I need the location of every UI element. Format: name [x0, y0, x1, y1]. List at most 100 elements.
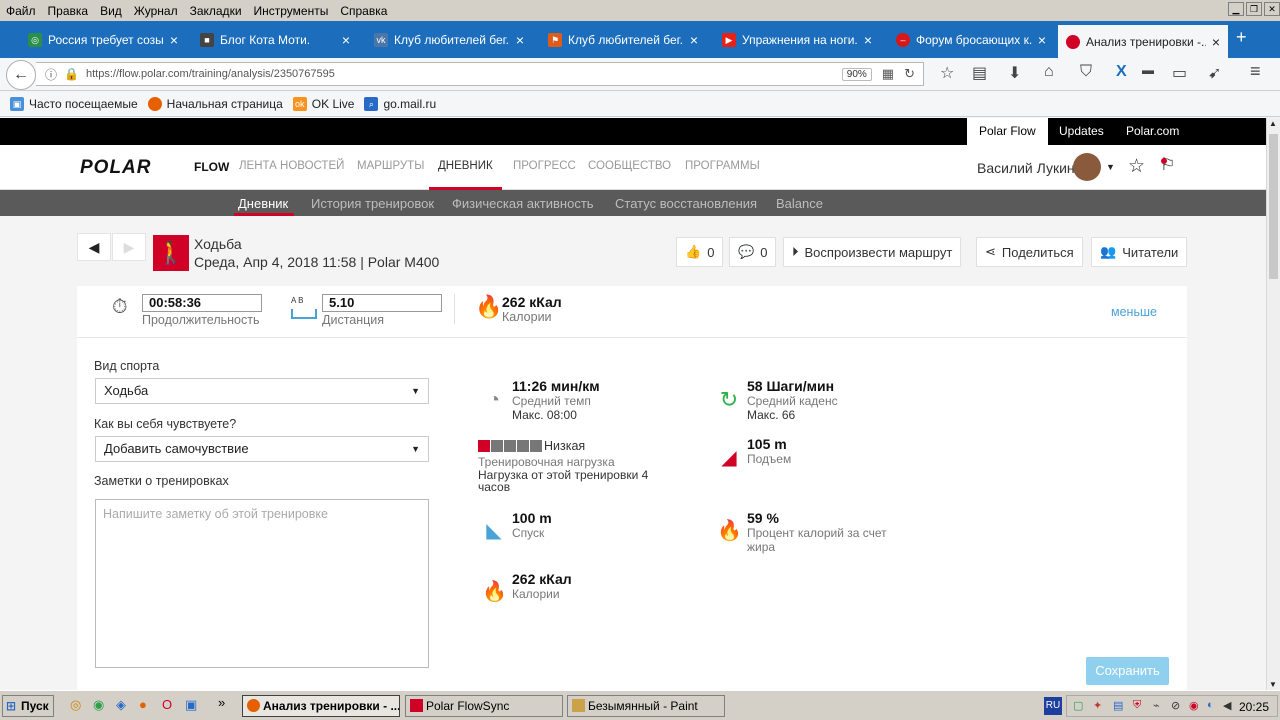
- close-tab-icon[interactable]: ×: [516, 32, 524, 48]
- close-tab-icon[interactable]: ×: [170, 32, 178, 48]
- reader-view-icon[interactable]: ▦: [882, 66, 894, 82]
- tray-shield-icon[interactable]: ⛨: [1133, 699, 1141, 712]
- polar-logo[interactable]: POLAR: [80, 157, 152, 179]
- task-flowsync[interactable]: Polar FlowSync: [405, 695, 563, 717]
- comment-button[interactable]: 💬 0: [729, 237, 777, 267]
- link-updates[interactable]: Updates: [1047, 118, 1116, 145]
- close-tab-icon[interactable]: ×: [690, 32, 698, 48]
- subnav-diary[interactable]: Дневник: [238, 196, 288, 211]
- nav-news[interactable]: ЛЕНТА НОВОСТЕЙ: [239, 160, 344, 172]
- close-tab-icon[interactable]: ×: [1212, 34, 1220, 50]
- save-button[interactable]: Сохранить: [1086, 657, 1169, 685]
- flow-label[interactable]: FLOW: [194, 160, 229, 174]
- link-polar-com[interactable]: Polar.com: [1114, 118, 1191, 145]
- extension-x-icon[interactable]: X: [1116, 63, 1127, 81]
- bookmark-most-visited[interactable]: ▣ Часто посещаемые: [10, 97, 138, 111]
- followers-button[interactable]: 👥 Читатели: [1091, 237, 1188, 267]
- tab-rossiya[interactable]: ◎ Россия требует созы... ×: [20, 25, 186, 55]
- scroll-down-icon[interactable]: ▼: [1269, 680, 1277, 689]
- subnav-activity[interactable]: Физическая активность: [452, 196, 594, 211]
- star-bookmark-icon[interactable]: ☆: [940, 63, 954, 83]
- less-link[interactable]: меньше: [1111, 305, 1157, 319]
- subnav-history[interactable]: История тренировок: [311, 196, 434, 211]
- address-bar[interactable]: ⓘ 🔒 https://flow.polar.com/training/anal…: [36, 62, 924, 86]
- zoom-indicator[interactable]: 90%: [841, 67, 872, 81]
- bookmark-home-page[interactable]: Начальная страница: [147, 97, 283, 111]
- tab-youtube[interactable]: ▶ Упражнения на ноги... ×: [714, 25, 880, 55]
- close-icon[interactable]: ✕: [1264, 2, 1280, 16]
- info-icon[interactable]: ⓘ: [42, 66, 60, 83]
- share-button[interactable]: ⋖ Поделиться: [976, 237, 1083, 267]
- sport-select[interactable]: Ходьба ▼: [95, 378, 429, 404]
- start-button[interactable]: ⊞ Пуск: [2, 695, 54, 717]
- tray-network-icon[interactable]: ▤: [1113, 699, 1123, 712]
- send-icon[interactable]: ➹: [1208, 63, 1221, 83]
- menu-edit[interactable]: Правка: [42, 4, 95, 18]
- new-tab-icon[interactable]: +: [1236, 27, 1247, 48]
- duration-field[interactable]: 00:58:36: [142, 294, 262, 312]
- close-tab-icon[interactable]: ×: [864, 32, 872, 48]
- reading-list-icon[interactable]: ▤: [972, 63, 987, 83]
- hamburger-menu-icon[interactable]: ≡: [1250, 61, 1261, 82]
- menu-file[interactable]: Файл: [0, 4, 42, 18]
- more-quicklaunch-icon[interactable]: »: [218, 695, 225, 710]
- scrollbar-thumb[interactable]: [1269, 134, 1278, 279]
- previous-workout-button[interactable]: ◀: [77, 233, 111, 261]
- tab-analysis-active[interactable]: Анализ тренировки -... ×: [1058, 25, 1228, 58]
- tab-blog-kota[interactable]: ■ Блог Кота Моти. ×: [192, 25, 358, 55]
- notes-textarea[interactable]: Напишите заметку об этой тренировке: [95, 499, 429, 668]
- bookmark-go-mail[interactable]: ⌕ go.mail.ru: [364, 97, 436, 111]
- save-disk-icon[interactable]: ▣: [185, 697, 197, 713]
- subnav-balance[interactable]: Balance: [776, 196, 823, 211]
- user-dropdown-icon[interactable]: ▼: [1106, 162, 1115, 172]
- tray-misc-icon[interactable]: ◐: [1207, 699, 1214, 711]
- user-name[interactable]: Василий Лукин: [977, 160, 1075, 176]
- opera-icon[interactable]: O: [162, 697, 172, 712]
- flag-icon[interactable]: ▬: [1142, 63, 1154, 77]
- nav-community[interactable]: СООБЩЕСТВО: [588, 160, 671, 172]
- like-button[interactable]: 👍 0: [676, 237, 724, 267]
- tray-record-icon[interactable]: ◉: [1189, 699, 1199, 712]
- back-button[interactable]: ←: [6, 60, 36, 90]
- quicklaunch-app-icon[interactable]: ◎: [70, 697, 81, 713]
- tray-antivirus-icon[interactable]: ✦: [1093, 699, 1102, 712]
- avatar[interactable]: [1073, 153, 1101, 181]
- tray-mute-icon[interactable]: ⊘: [1171, 699, 1180, 712]
- pocket-icon[interactable]: ⛉: [1080, 63, 1092, 81]
- clock[interactable]: 20:25: [1239, 700, 1269, 714]
- task-paint[interactable]: Безымянный - Paint: [567, 695, 725, 717]
- feeling-select[interactable]: Добавить самочувствие ▼: [95, 436, 429, 462]
- replay-route-button[interactable]: ⏵ Воспроизвести маршрут: [783, 237, 962, 267]
- page-scrollbar[interactable]: ▲ ▼: [1266, 118, 1280, 690]
- nav-programs[interactable]: ПРОГРАММЫ: [685, 160, 760, 172]
- menu-history[interactable]: Журнал: [128, 4, 184, 18]
- link-polar-flow[interactable]: Polar Flow: [967, 118, 1048, 145]
- tab-vk-club[interactable]: vk Клуб любителей бег... ×: [366, 25, 532, 55]
- task-firefox[interactable]: Анализ тренировки - ...: [242, 695, 400, 717]
- close-tab-icon[interactable]: ×: [1038, 32, 1046, 48]
- screen-icon[interactable]: ▭: [1172, 63, 1187, 83]
- nav-routes[interactable]: МАРШРУТЫ: [357, 160, 424, 172]
- menu-view[interactable]: Вид: [94, 4, 128, 18]
- tray-usb-icon[interactable]: ⌁: [1153, 699, 1160, 712]
- close-tab-icon[interactable]: ×: [342, 32, 350, 48]
- tab-forum[interactable]: – Форум бросающих к... ×: [888, 25, 1054, 55]
- next-workout-button[interactable]: ▶: [112, 233, 146, 261]
- network-icon[interactable]: ◈: [116, 697, 126, 713]
- download-icon[interactable]: ⬇: [1008, 63, 1021, 83]
- nav-progress[interactable]: ПРОГРЕСС: [513, 160, 576, 172]
- tab-runner-club[interactable]: ⚑ Клуб любителей бег... ×: [540, 25, 706, 55]
- language-indicator[interactable]: RU: [1044, 697, 1062, 715]
- menu-help[interactable]: Справка: [334, 4, 393, 18]
- url-text[interactable]: https://flow.polar.com/training/analysis…: [86, 68, 842, 80]
- minimize-icon[interactable]: ▁: [1228, 2, 1244, 16]
- reload-icon[interactable]: ↻: [904, 66, 915, 82]
- subnav-recovery[interactable]: Статус восстановления: [615, 196, 757, 211]
- firefox-quick-icon[interactable]: ●: [139, 697, 147, 712]
- favorites-star-icon[interactable]: ☆: [1128, 155, 1145, 178]
- menu-bookmarks[interactable]: Закладки: [184, 4, 248, 18]
- tray-volume-icon[interactable]: ◀: [1223, 699, 1231, 712]
- restore-icon[interactable]: ❐: [1246, 2, 1262, 16]
- distance-field[interactable]: 5.10: [322, 294, 442, 312]
- home-icon[interactable]: ⌂: [1044, 63, 1054, 81]
